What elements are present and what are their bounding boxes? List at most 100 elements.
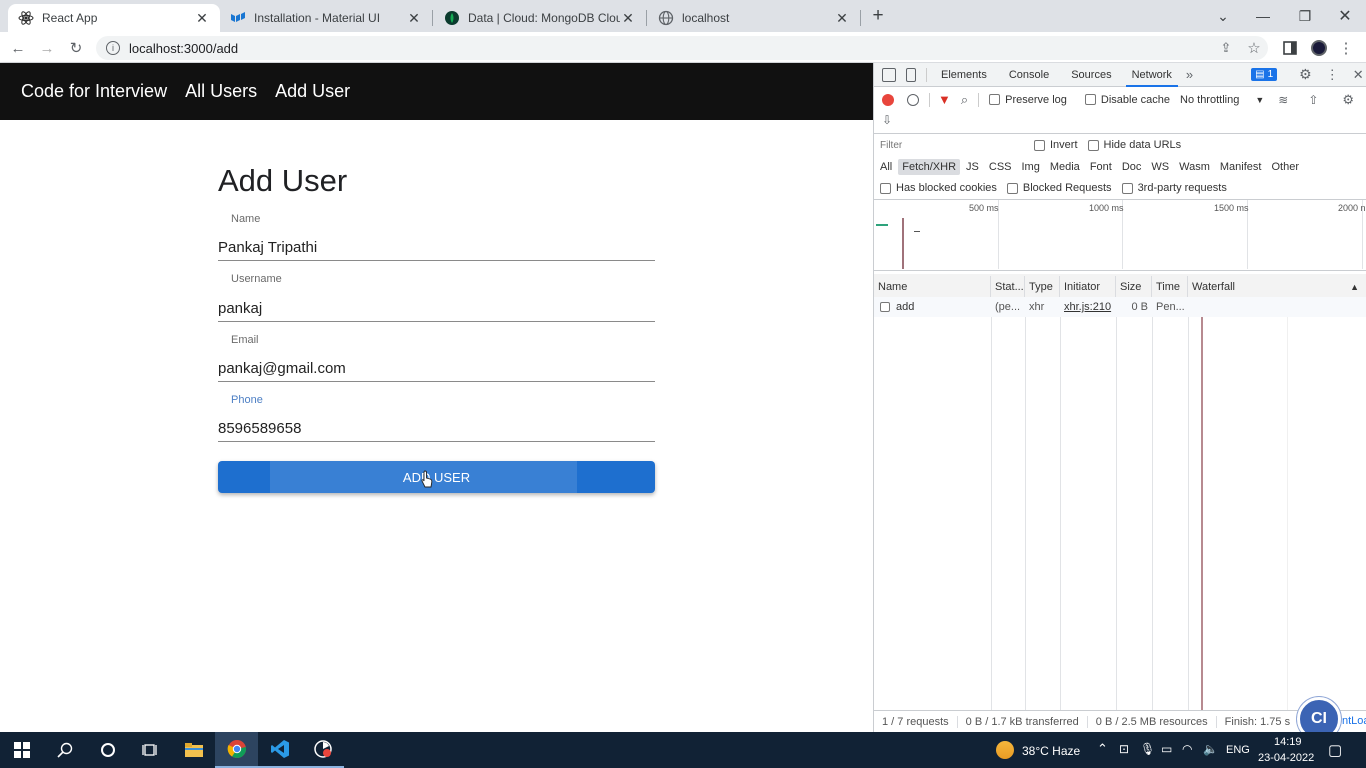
inspect-element-icon[interactable] bbox=[882, 67, 896, 82]
username-field[interactable] bbox=[218, 296, 655, 322]
meet-now-icon[interactable]: ⊡ bbox=[1119, 742, 1129, 756]
window-close-icon[interactable]: ✕ bbox=[1322, 0, 1366, 32]
profile-avatar[interactable] bbox=[1309, 38, 1329, 58]
settings-gear-icon[interactable]: ⚙ bbox=[1299, 66, 1312, 83]
type-filter-wasm[interactable]: Wasm bbox=[1175, 159, 1214, 175]
export-har-icon[interactable]: ⇩ bbox=[882, 113, 892, 127]
minimize-icon[interactable]: — bbox=[1240, 0, 1286, 32]
device-toolbar-icon[interactable] bbox=[906, 67, 916, 82]
close-tab-icon[interactable]: ✕ bbox=[620, 10, 636, 27]
close-tab-icon[interactable]: ✕ bbox=[194, 10, 210, 27]
column-waterfall[interactable]: Waterfall ▲ bbox=[1188, 276, 1366, 298]
divider bbox=[874, 199, 1366, 200]
request-name-cell[interactable]: add bbox=[876, 297, 991, 317]
battery-icon[interactable]: ▭ bbox=[1161, 742, 1172, 756]
vscode-icon[interactable] bbox=[258, 732, 301, 768]
new-tab-icon[interactable]: + bbox=[866, 6, 890, 26]
column-name[interactable]: Name bbox=[874, 276, 991, 298]
tab-material-ui[interactable]: Installation - Material UI ✕ bbox=[220, 4, 432, 32]
menu-kebab-icon[interactable]: ⋮ bbox=[1336, 38, 1356, 58]
input-language[interactable]: ENG bbox=[1226, 744, 1250, 756]
type-filter-doc[interactable]: Doc bbox=[1118, 159, 1146, 175]
notification-icon[interactable]: ▢ bbox=[1328, 741, 1342, 759]
clock-time[interactable]: 14:19 bbox=[1274, 736, 1302, 748]
preserve-log-checkbox[interactable]: Preserve log bbox=[989, 94, 1067, 106]
windows-start-icon[interactable] bbox=[0, 732, 43, 768]
devtools-tab-sources[interactable]: Sources bbox=[1071, 69, 1111, 81]
invert-checkbox[interactable]: Invert bbox=[1034, 139, 1078, 151]
close-devtools-icon[interactable]: ✕ bbox=[1353, 67, 1364, 83]
hide-data-urls-checkbox[interactable]: Hide data URLs bbox=[1087, 139, 1181, 151]
issues-badge[interactable]: ▤ 1 bbox=[1251, 68, 1278, 81]
type-filter-all[interactable]: All bbox=[876, 159, 896, 175]
throttling-select[interactable]: No throttling bbox=[1180, 94, 1239, 106]
third-party-requests-checkbox[interactable]: 3rd-party requests bbox=[1121, 182, 1227, 194]
blocked-requests-checkbox[interactable]: Blocked Requests bbox=[1006, 182, 1112, 194]
back-icon[interactable]: ← bbox=[8, 38, 28, 58]
request-initiator-link[interactable]: xhr.js:210 bbox=[1060, 297, 1116, 317]
devtools-tab-network[interactable]: Network bbox=[1125, 63, 1178, 87]
import-har-icon[interactable]: ⇧ bbox=[1308, 93, 1318, 107]
type-filter-img[interactable]: Img bbox=[1018, 159, 1044, 175]
type-filter-js[interactable]: JS bbox=[962, 159, 983, 175]
network-conditions-icon[interactable]: ≋ bbox=[1278, 93, 1288, 107]
side-panel-icon[interactable] bbox=[1280, 38, 1300, 58]
tab-react-app[interactable]: React App ✕ bbox=[8, 4, 220, 32]
phone-field[interactable] bbox=[218, 416, 655, 442]
cortana-icon[interactable] bbox=[86, 732, 129, 768]
info-icon[interactable]: i bbox=[106, 41, 120, 55]
type-filter-css[interactable]: CSS bbox=[985, 159, 1016, 175]
reload-icon[interactable]: ↻ bbox=[66, 38, 86, 58]
name-field[interactable] bbox=[218, 235, 655, 261]
devtools-menu-icon[interactable]: ⋮ bbox=[1326, 67, 1339, 83]
type-filter-font[interactable]: Font bbox=[1086, 159, 1116, 175]
close-tab-icon[interactable]: ✕ bbox=[834, 10, 850, 27]
close-tab-icon[interactable]: ✕ bbox=[406, 10, 422, 27]
forward-icon[interactable]: → bbox=[37, 38, 57, 58]
clock-date[interactable]: 23-04-2022 bbox=[1258, 752, 1314, 764]
devtools-tab-elements[interactable]: Elements bbox=[941, 69, 987, 81]
search-icon[interactable] bbox=[43, 732, 86, 768]
record-icon[interactable] bbox=[882, 93, 894, 106]
network-settings-gear-icon[interactable]: ⚙ bbox=[1342, 92, 1354, 108]
add-user-button[interactable]: ADD USER bbox=[218, 461, 655, 493]
tab-localhost[interactable]: localhost ✕ bbox=[648, 4, 860, 32]
column-time[interactable]: Time bbox=[1152, 276, 1188, 298]
microphone-icon[interactable]: 🎙 bbox=[1140, 742, 1155, 756]
type-filter-manifest[interactable]: Manifest bbox=[1216, 159, 1266, 175]
weather-text[interactable]: 38°C Haze bbox=[1022, 744, 1080, 758]
nav-add-user-link[interactable]: Add User bbox=[275, 81, 350, 102]
more-tabs-chevron-icon[interactable]: » bbox=[1186, 67, 1193, 82]
filter-input[interactable] bbox=[878, 137, 1024, 153]
chrome-icon[interactable] bbox=[215, 732, 258, 768]
column-type[interactable]: Type bbox=[1025, 276, 1060, 298]
screen-recorder-icon[interactable] bbox=[301, 732, 344, 768]
has-blocked-cookies-checkbox[interactable]: Has blocked cookies bbox=[880, 182, 997, 194]
type-filter-media[interactable]: Media bbox=[1046, 159, 1084, 175]
nav-all-users-link[interactable]: All Users bbox=[185, 81, 257, 102]
type-filter-ws[interactable]: WS bbox=[1147, 159, 1173, 175]
share-icon[interactable]: ⇪ bbox=[1216, 38, 1236, 58]
task-view-icon[interactable] bbox=[129, 732, 172, 768]
column-initiator[interactable]: Initiator bbox=[1060, 276, 1116, 298]
email-field[interactable] bbox=[218, 356, 655, 382]
address-bar[interactable]: i localhost:3000/add bbox=[96, 36, 1268, 60]
nav-home-link[interactable]: Code for Interview bbox=[21, 81, 167, 102]
tab-mongodb-cloud[interactable]: Data | Cloud: MongoDB Cloud ✕ bbox=[434, 4, 646, 32]
volume-icon[interactable]: 🔈 bbox=[1203, 742, 1218, 756]
show-hidden-icons-chevron-icon[interactable]: ⌃ bbox=[1097, 741, 1108, 757]
column-size[interactable]: Size bbox=[1116, 276, 1152, 298]
wifi-icon[interactable]: ◠ bbox=[1182, 742, 1192, 756]
devtools-tab-console[interactable]: Console bbox=[1009, 69, 1049, 81]
file-explorer-icon[interactable] bbox=[172, 732, 215, 768]
overview-tick-500: 500 ms bbox=[969, 203, 999, 213]
bookmark-star-icon[interactable]: ☆ bbox=[1244, 38, 1264, 58]
column-status[interactable]: Stat... bbox=[991, 276, 1025, 298]
type-filter-fetch-xhr[interactable]: Fetch/XHR bbox=[898, 159, 961, 175]
disable-cache-checkbox[interactable]: Disable cache bbox=[1084, 94, 1170, 106]
throttling-dropdown-icon[interactable]: ▼ bbox=[1255, 95, 1264, 105]
type-filter-other[interactable]: Other bbox=[1267, 159, 1303, 175]
search-icon[interactable]: ⌕ bbox=[961, 92, 968, 108]
clear-icon[interactable] bbox=[907, 93, 919, 106]
filter-funnel-icon[interactable]: ▼ bbox=[938, 92, 951, 107]
